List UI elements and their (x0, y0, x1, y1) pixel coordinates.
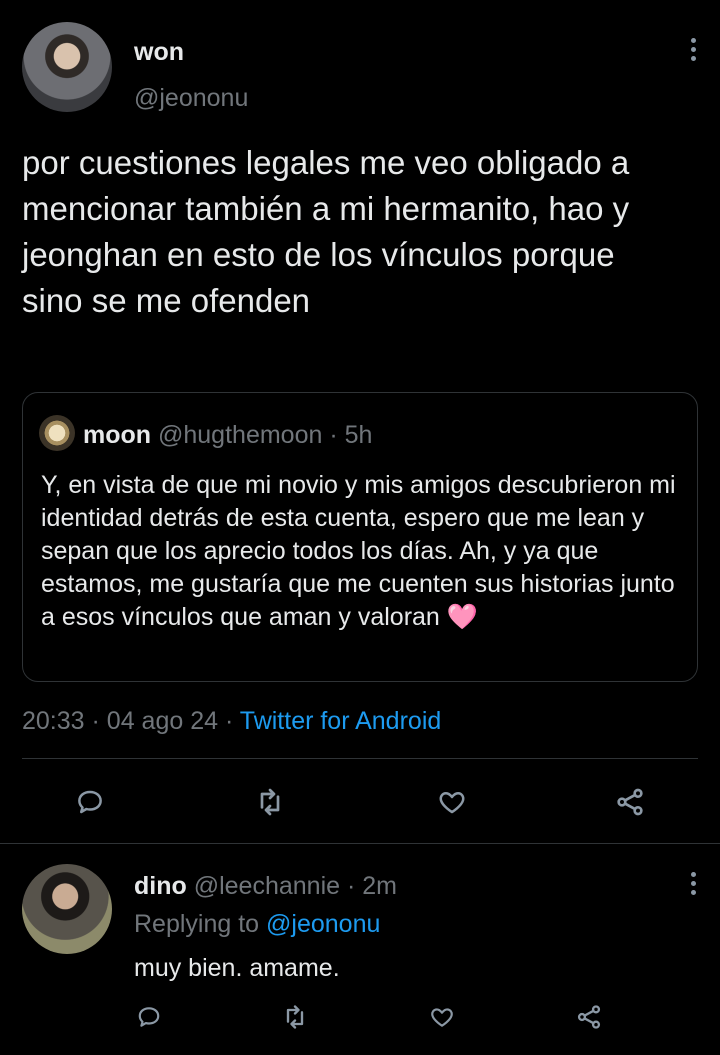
like-icon[interactable] (432, 782, 472, 822)
divider (0, 843, 720, 844)
tweet-time: 20:33 (22, 707, 85, 735)
more-icon[interactable] (689, 38, 697, 61)
author-handle[interactable]: @jeononu (134, 84, 248, 113)
quoted-text: Y, en vista de que mi novio y mis amigos… (41, 471, 676, 631)
reply-separator: · (347, 872, 356, 900)
author-avatar[interactable] (22, 22, 112, 112)
share-icon[interactable] (610, 782, 650, 822)
reply-retweet-icon[interactable] (278, 1000, 312, 1034)
reply-reply-icon[interactable] (132, 1000, 166, 1034)
quoted-text-block: Y, en vista de que mi novio y mis amigos… (41, 469, 691, 634)
quoted-time: 5h (344, 421, 373, 449)
divider (22, 758, 698, 759)
reply-icon[interactable] (70, 782, 110, 822)
reply-header: dino @leechannie · 2m (134, 872, 397, 901)
replying-to-handle[interactable]: @jeononu (266, 910, 380, 938)
meta-separator: · (224, 707, 234, 735)
retweet-icon[interactable] (250, 782, 290, 822)
replying-to-label: Replying to (134, 910, 260, 938)
tweet-meta: 20:33 · 04 ago 24 · Twitter for Android (22, 707, 441, 736)
reply-display-name[interactable]: dino (134, 872, 187, 900)
quoted-handle: @hugthemoon (158, 421, 323, 449)
meta-separator: · (91, 707, 100, 735)
replying-to-line: Replying to @jeononu (134, 910, 380, 939)
quoted-author-avatar (39, 415, 75, 451)
tweet-source-link[interactable]: Twitter for Android (240, 707, 441, 735)
reply-time: 2m (362, 872, 398, 900)
tweet-text: por cuestiones legales me veo obligado a… (22, 144, 630, 319)
quoted-display-name: moon (83, 421, 152, 449)
quoted-tweet-card[interactable]: moon @hugthemoon · 5h Y, en vista de que… (22, 392, 698, 682)
author-display-name[interactable]: won (134, 38, 184, 67)
reply-more-icon[interactable] (689, 872, 697, 895)
reply-text: muy bien. amame. (134, 954, 340, 982)
quoted-separator: · (329, 421, 338, 449)
pink-heart-emoji: 🩷 (446, 603, 478, 631)
reply-share-icon[interactable] (572, 1000, 606, 1034)
tweet-date: 04 ago 24 (106, 707, 219, 735)
quoted-header: moon @hugthemoon · 5h (83, 421, 372, 450)
reply-handle[interactable]: @leechannie (194, 872, 340, 900)
reply-author-avatar[interactable] (22, 864, 112, 954)
reply-like-icon[interactable] (425, 1000, 459, 1034)
